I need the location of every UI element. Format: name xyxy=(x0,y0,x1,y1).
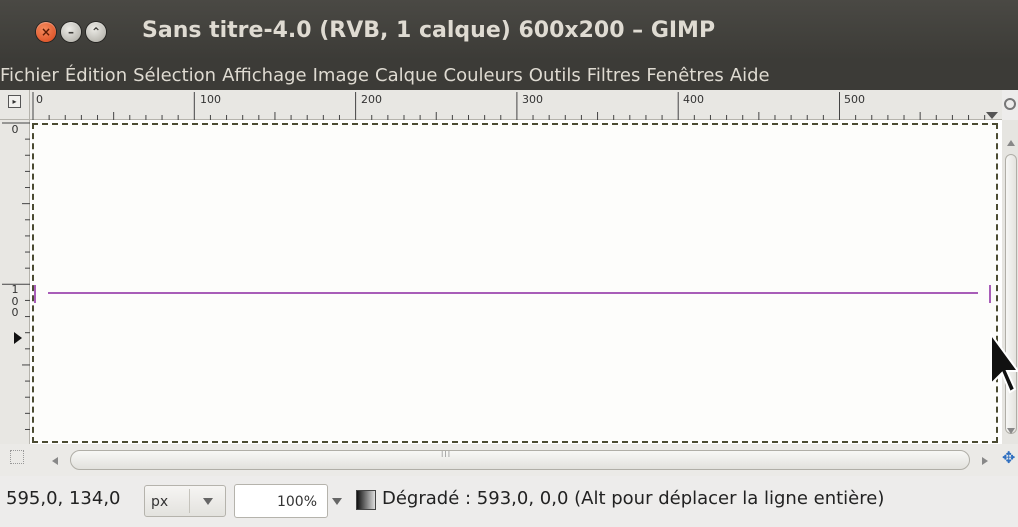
menu-filtres[interactable]: Filtres xyxy=(584,65,644,86)
horizontal-ruler[interactable]: 0 100 200 300 400 500 xyxy=(30,90,1002,120)
menu-fichier[interactable]: Fichier xyxy=(0,65,62,86)
window-title: Sans titre-4.0 (RVB, 1 calque) 600x200 –… xyxy=(142,18,716,43)
menu-selection[interactable]: Sélection xyxy=(130,65,219,86)
pointer-coordinates: 595,0, 134,0 xyxy=(6,488,121,509)
zoom-dropdown-icon[interactable] xyxy=(332,498,342,505)
menu-image[interactable]: Image xyxy=(310,65,372,86)
scroll-left-icon[interactable] xyxy=(52,457,58,465)
menu-aide[interactable]: Aide xyxy=(727,65,773,86)
status-message: Dégradé : 593,0, 0,0 (Alt pour déplacer … xyxy=(382,488,885,509)
quick-mask-toggle-icon[interactable] xyxy=(10,450,24,464)
menu-fenetres[interactable]: Fenêtres xyxy=(643,65,726,86)
vertical-ruler-ticks xyxy=(2,122,30,430)
ruler-label-400: 400 xyxy=(683,93,704,106)
ruler-pointer-icon xyxy=(14,332,22,344)
menu-outils[interactable]: Outils xyxy=(526,65,584,86)
ruler-label-200: 200 xyxy=(361,93,382,106)
vruler-label-0: 0 xyxy=(11,123,19,136)
ruler-label-100: 100 xyxy=(200,93,221,106)
ruler-label-500: 500 xyxy=(844,93,865,106)
magnifier-icon[interactable] xyxy=(1004,98,1016,110)
gradient-line[interactable] xyxy=(48,292,978,294)
menu-bar: Fichier Édition Sélection Affichage Imag… xyxy=(0,60,1018,90)
scroll-right-icon[interactable] xyxy=(982,457,988,465)
vruler-digit-1: 1 xyxy=(11,283,19,296)
unit-dropdown-icon xyxy=(203,498,213,505)
minimize-window-button[interactable]: – xyxy=(61,22,81,42)
mouse-cursor-icon xyxy=(990,332,1018,394)
vruler-label-100: 1 0 0 xyxy=(10,284,20,319)
gradient-end-marker[interactable] xyxy=(989,285,991,303)
vertical-scrollbar[interactable] xyxy=(1002,120,1018,444)
horizontal-scrollbar[interactable]: III ✥ xyxy=(0,444,1018,476)
gradient-start-marker[interactable] xyxy=(34,285,36,303)
vruler-digit-3: 0 xyxy=(11,306,19,320)
minimize-icon: – xyxy=(68,25,74,39)
status-bar: 595,0, 134,0 px 100% Dégradé : 593,0, 0,… xyxy=(0,476,1018,527)
scroll-up-icon[interactable] xyxy=(1007,140,1015,146)
ruler-position-arrow-icon xyxy=(986,112,998,119)
title-bar: × – ⌃ Sans titre-4.0 (RVB, 1 calque) 600… xyxy=(0,0,1018,60)
scrollbar-grip: III xyxy=(441,450,452,459)
ruler-label-0: 0 xyxy=(36,93,43,106)
zoom-value: 100% xyxy=(276,494,317,510)
unit-value: px xyxy=(151,494,169,510)
ruler-label-300: 300 xyxy=(522,93,543,106)
menu-edition[interactable]: Édition xyxy=(62,65,130,86)
scroll-down-icon[interactable] xyxy=(1007,428,1015,434)
navigate-icon[interactable]: ✥ xyxy=(1002,450,1015,466)
horizontal-scrollbar-thumb[interactable] xyxy=(70,450,970,470)
menu-couleurs[interactable]: Couleurs xyxy=(441,65,526,86)
maximize-window-button[interactable]: ⌃ xyxy=(86,22,106,42)
zoom-field[interactable]: 100% xyxy=(234,484,328,518)
unit-separator xyxy=(189,489,190,513)
menu-calque[interactable]: Calque xyxy=(372,65,441,86)
menu-affichage[interactable]: Affichage xyxy=(219,65,310,86)
close-icon: × xyxy=(40,25,52,39)
unit-selector[interactable]: px xyxy=(144,485,226,517)
image-menu-icon: ▸ xyxy=(8,95,21,108)
canvas-area[interactable] xyxy=(30,120,1002,444)
gradient-icon xyxy=(356,490,376,510)
image-canvas[interactable] xyxy=(32,123,998,443)
maximize-icon: ⌃ xyxy=(90,25,102,39)
close-window-button[interactable]: × xyxy=(36,22,56,42)
vertical-ruler[interactable]: 0 1 0 0 xyxy=(0,120,30,444)
ruler-corner-menu-button[interactable]: ▸ xyxy=(0,90,30,120)
